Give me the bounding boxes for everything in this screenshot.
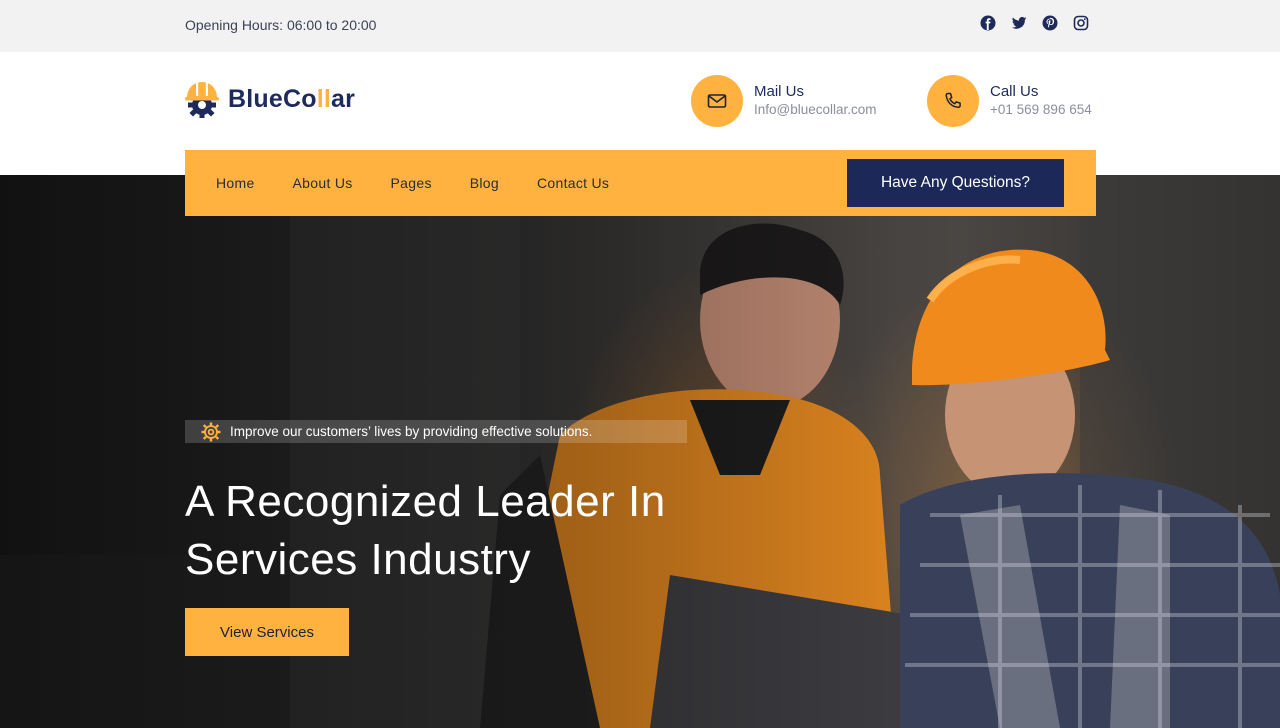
logo[interactable]: BlueCollar — [184, 80, 355, 118]
nav-item-pages[interactable]: Pages — [391, 175, 432, 191]
hero-tagline: Improve our customers’ lives by providin… — [185, 420, 687, 443]
logo-text-accent: ll — [316, 84, 331, 113]
helmet-gear-icon — [185, 82, 219, 118]
logo-text: BlueCollar — [228, 85, 355, 114]
top-bar: Opening Hours: 06:00 to 20:00 — [0, 0, 1280, 52]
facebook-icon[interactable] — [980, 15, 996, 31]
mail-title: Mail Us — [754, 83, 805, 100]
mail-address[interactable]: Info@bluecollar.com — [754, 101, 877, 119]
call-contact[interactable]: Call Us +01 569 896 654 — [927, 75, 1092, 127]
nav-item-blog[interactable]: Blog — [470, 175, 499, 191]
logo-text-part-3: ar — [331, 84, 356, 113]
nav-item-home[interactable]: Home — [216, 175, 255, 191]
twitter-icon[interactable] — [1011, 15, 1027, 31]
view-services-button[interactable]: View Services — [185, 608, 349, 656]
headline-line-1: A Recognized Leader In — [185, 477, 666, 526]
headline-line-2: Services Industry — [185, 535, 531, 584]
tagline-text: Improve our customers’ lives by providin… — [230, 424, 593, 439]
logo-text-part-1: BlueCo — [228, 84, 317, 113]
envelope-icon — [691, 75, 743, 127]
hero-headline: A Recognized Leader In Services Industry — [185, 473, 785, 589]
mail-contact[interactable]: Mail Us Info@bluecollar.com — [691, 75, 877, 127]
nav-item-about-us[interactable]: About Us — [293, 175, 353, 191]
gear-icon — [201, 422, 221, 441]
nav-item-contact-us[interactable]: Contact Us — [537, 175, 609, 191]
main-navigation: Home About Us Pages Blog Contact Us Have… — [185, 150, 1096, 216]
phone-number[interactable]: +01 569 896 654 — [990, 101, 1092, 119]
have-questions-button[interactable]: Have Any Questions? — [847, 159, 1064, 207]
nav-menu: Home About Us Pages Blog Contact Us — [216, 175, 647, 191]
call-title: Call Us — [990, 83, 1039, 100]
phone-icon — [927, 75, 979, 127]
opening-hours: Opening Hours: 06:00 to 20:00 — [185, 17, 377, 33]
instagram-icon[interactable] — [1073, 15, 1089, 31]
pinterest-icon[interactable] — [1042, 15, 1058, 31]
social-links — [980, 15, 1089, 31]
